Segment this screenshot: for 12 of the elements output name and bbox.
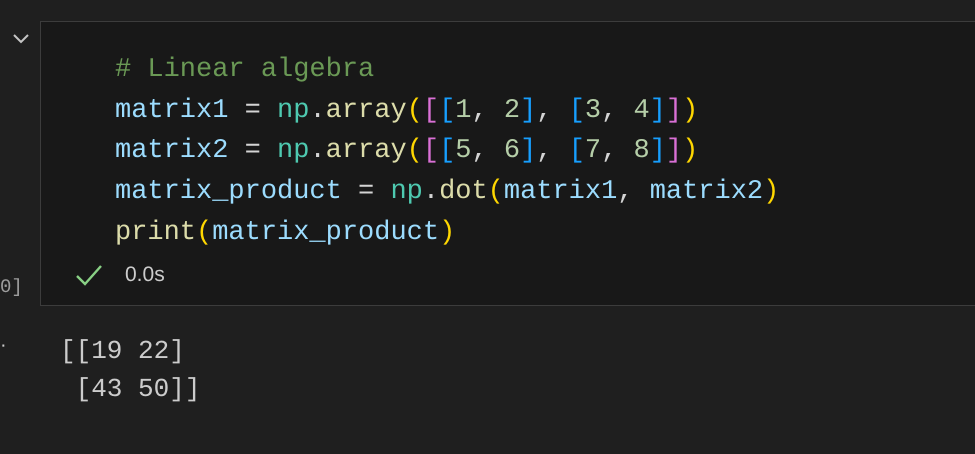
code-cell[interactable]: # Linear algebra matrix1 = np.array([[1, 2], [3, 4]]) matrix2 = np.array([[5, 6], [7, 8]]) matrix_product = np.dot(matrix1, matrix2) print(matrix_product) 0.0s: [40, 21, 975, 306]
execution-time: 0.0s: [125, 263, 165, 288]
code-line: matrix2 = np.array([[5, 6], [7, 8]]): [115, 135, 700, 168]
output-marker: ·: [0, 334, 7, 356]
chevron-down-icon[interactable]: [12, 33, 30, 45]
output-line: [[19 22]: [60, 335, 186, 368]
execution-count: 0]: [0, 276, 24, 298]
code-line: # Linear algebra: [115, 54, 376, 87]
output-line: [43 50]]: [74, 373, 200, 406]
code-line: print(matrix_product): [115, 216, 456, 250]
code-line: matrix_product = np.dot(matrix1, matrix2): [115, 176, 780, 210]
code-line: matrix1 = np.array([[1, 2], [3, 4]]): [115, 94, 700, 128]
